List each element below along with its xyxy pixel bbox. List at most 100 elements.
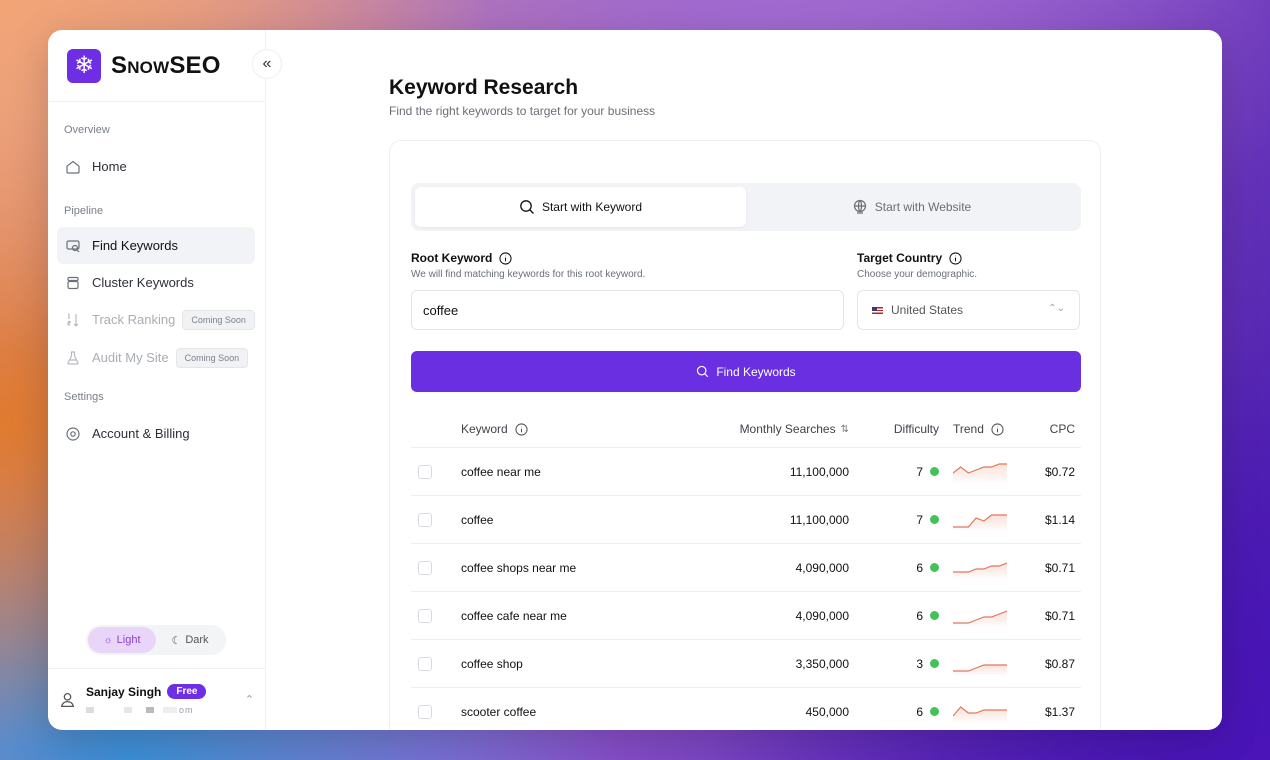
column-header-monthly-searches[interactable]: Monthly Searches ⇅ — [689, 422, 849, 436]
tab-start-with-website[interactable]: Start with Website — [746, 187, 1077, 227]
info-icon[interactable] — [991, 422, 1004, 436]
coming-soon-badge: Coming Soon — [182, 309, 255, 330]
monthly-searches-cell: 11,100,000 — [789, 512, 849, 527]
trend-cell — [939, 653, 1021, 675]
layers-icon — [65, 275, 81, 291]
trend-cell — [939, 509, 1021, 531]
table-body: coffee near me 11,100,000 7 $0.72 coffee 11,1… — [411, 448, 1081, 730]
keyword-cell: coffee cafe near me — [461, 608, 567, 623]
row-checkbox[interactable] — [418, 608, 432, 623]
cpc-cell: $0.71 — [1044, 560, 1075, 575]
keyword-cell: coffee — [461, 512, 494, 527]
trend-sparkline — [953, 609, 1007, 627]
info-icon[interactable] — [949, 251, 962, 265]
row-checkbox[interactable] — [418, 464, 432, 479]
row-checkbox[interactable] — [418, 512, 432, 527]
page-subtitle: Find the right keywords to target for yo… — [389, 104, 656, 118]
trend-sparkline — [953, 705, 1007, 723]
difficulty-cell: 6 — [849, 705, 939, 719]
gear-icon — [65, 426, 81, 442]
column-header-trend: Trend — [939, 422, 1021, 436]
sun-icon: ☼ — [103, 634, 113, 646]
monthly-searches-cell: 3,350,000 — [795, 656, 849, 671]
sidebar-item-label: Cluster Keywords — [92, 275, 194, 290]
brand-name: SnowSEO — [111, 51, 221, 79]
theme-light-button[interactable]: ☼ Light — [88, 627, 156, 653]
trend-cell — [939, 605, 1021, 627]
table-row[interactable]: coffee near me 11,100,000 7 $0.72 — [411, 448, 1081, 496]
monthly-searches-cell: 11,100,000 — [789, 464, 849, 479]
moon-icon: ☾ — [171, 634, 182, 647]
keywords-table: Keyword Monthly Searches ⇅ Difficulty Tr… — [411, 411, 1081, 730]
find-keywords-button-label: Find Keywords — [716, 364, 796, 379]
user-icon — [59, 691, 76, 708]
page-title: Keyword Research — [389, 76, 579, 99]
user-email: om — [86, 705, 206, 715]
keyword-cell: coffee near me — [461, 464, 541, 479]
column-header-keyword: Keyword — [461, 422, 689, 436]
sidebar-item-label: Account & Billing — [92, 426, 190, 441]
collapse-sidebar-button[interactable]: « — [252, 49, 282, 79]
chevron-updown-icon: ⌃ — [244, 694, 254, 706]
row-checkbox[interactable] — [418, 704, 432, 719]
sidebar-item-label: Find Keywords — [92, 238, 178, 253]
tab-label: Start with Website — [874, 200, 972, 214]
info-icon[interactable] — [499, 251, 512, 265]
sidebar-item-cluster-keywords[interactable]: Cluster Keywords — [57, 264, 255, 301]
sidebar-item-find-keywords[interactable]: Find Keywords — [57, 227, 255, 264]
nav-section-pipeline: Pipeline — [64, 205, 104, 217]
sidebar-item-account-billing[interactable]: Account & Billing — [57, 415, 255, 452]
difficulty-dot — [930, 467, 939, 476]
trend-cell — [939, 701, 1021, 723]
difficulty-dot — [930, 707, 939, 716]
difficulty-dot — [930, 659, 939, 668]
root-keyword-label: Root Keyword — [411, 251, 512, 265]
info-icon[interactable] — [515, 422, 528, 436]
user-menu[interactable]: Sanjay Singh Free om ⌃ — [48, 668, 266, 730]
row-checkbox[interactable] — [418, 560, 432, 575]
trend-sparkline — [953, 513, 1007, 531]
trend-cell — [939, 557, 1021, 579]
snowflake-icon: ❄ — [67, 48, 101, 83]
table-row[interactable]: coffee 11,100,000 7 $1.14 — [411, 496, 1081, 544]
trend-sparkline — [953, 663, 1007, 675]
cpc-cell: $0.72 — [1044, 464, 1075, 479]
trend-sparkline — [953, 462, 1007, 483]
theme-dark-button[interactable]: ☾ Dark — [156, 627, 224, 653]
table-row[interactable]: coffee cafe near me 4,090,000 6 $0.71 — [411, 592, 1081, 640]
difficulty-dot — [930, 515, 939, 524]
table-row[interactable]: coffee shops near me 4,090,000 6 $0.71 — [411, 544, 1081, 592]
root-keyword-hint: We will find matching keywords for this … — [411, 269, 646, 280]
root-keyword-input[interactable] — [411, 290, 844, 330]
find-keywords-button[interactable]: Find Keywords — [411, 351, 1081, 392]
user-name: Sanjay Singh — [86, 684, 162, 699]
brand[interactable]: ❄ SnowSEO — [48, 30, 265, 102]
target-country-label: Target Country — [857, 251, 962, 265]
nav-section-settings: Settings — [64, 391, 104, 403]
target-country-label-text: Target Country — [857, 251, 943, 265]
country-select[interactable]: United States ⌃⌄ — [857, 290, 1080, 330]
trend-area — [953, 514, 1007, 531]
table-row[interactable]: scooter coffee 450,000 6 $1.37 — [411, 688, 1081, 730]
table-row[interactable]: coffee shop 3,350,000 3 $0.87 — [411, 640, 1081, 688]
user-email-suffix: om — [179, 705, 194, 715]
difficulty-cell: 7 — [849, 513, 939, 527]
sidebar-item-label: Home — [92, 159, 127, 174]
cpc-cell: $1.37 — [1044, 704, 1075, 719]
tab-label: Start with Keyword — [541, 200, 643, 214]
sidebar-item-home[interactable]: Home — [57, 148, 255, 185]
difficulty-cell: 6 — [849, 561, 939, 575]
root-keyword-label-text: Root Keyword — [411, 251, 493, 265]
monthly-searches-cell: 4,090,000 — [795, 608, 849, 623]
plan-badge: Free — [167, 684, 207, 699]
chevron-updown-icon: ⌃⌄ — [1048, 303, 1065, 314]
app-window: ❄ SnowSEO Overview Home Pipeline Find Ke… — [48, 30, 1222, 730]
difficulty-dot — [930, 563, 939, 572]
main-content: Keyword Research Find the right keywords… — [266, 30, 1222, 730]
search-icon — [696, 365, 709, 378]
search-icon — [519, 199, 535, 215]
search-list-icon — [65, 238, 81, 254]
sort-icon: ⇅ — [840, 423, 849, 435]
tab-start-with-keyword[interactable]: Start with Keyword — [415, 187, 746, 227]
row-checkbox[interactable] — [418, 656, 432, 671]
